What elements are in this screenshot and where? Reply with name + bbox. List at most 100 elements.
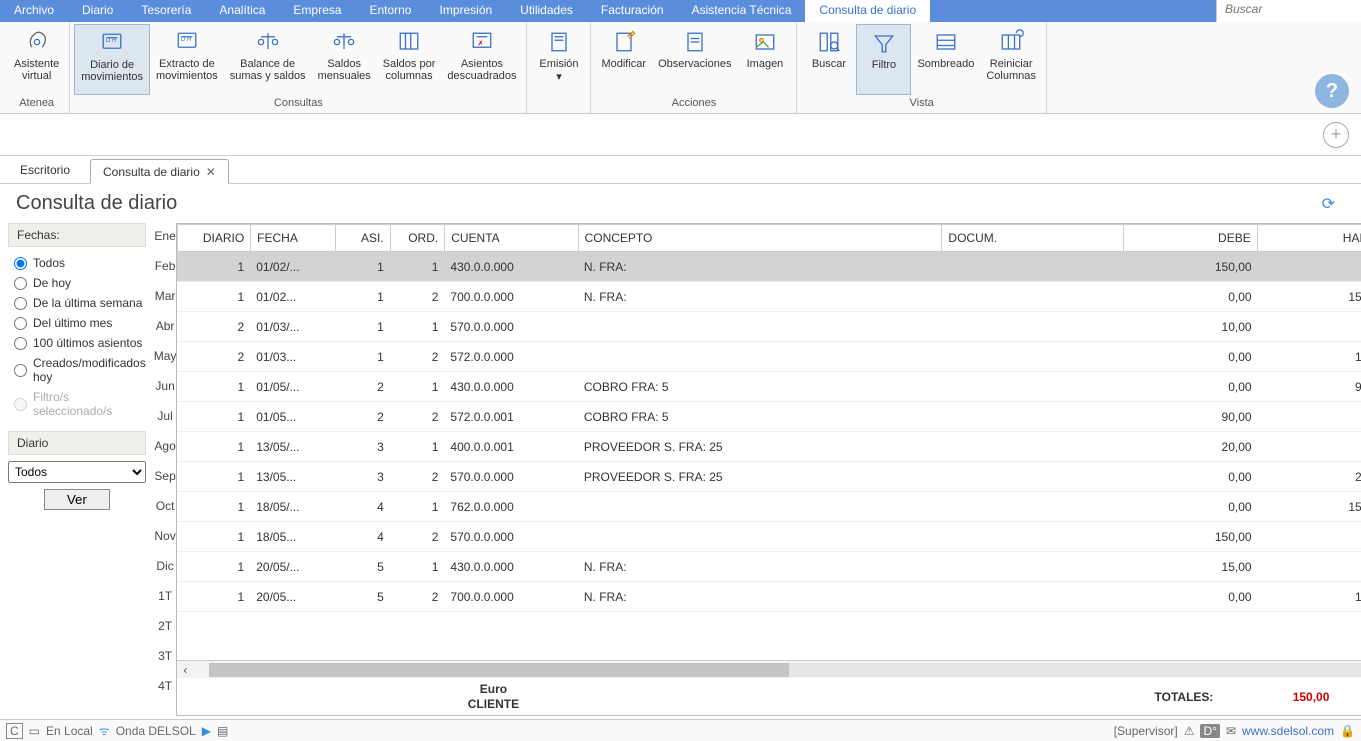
period-may[interactable]: May	[154, 341, 177, 371]
period-abr[interactable]: Abr	[154, 311, 177, 341]
ribbon-modificar[interactable]: Modificar	[595, 24, 652, 95]
cell: 01/02/...	[250, 252, 335, 282]
ribbon-filtro[interactable]: Filtro	[856, 24, 911, 95]
ribbon-balance-sumas-saldos[interactable]: Balance desumas y saldos	[224, 24, 312, 95]
ribbon-saldos-mensuales[interactable]: Saldosmensuales	[312, 24, 377, 95]
ribbon-label2: movimientos	[81, 71, 143, 83]
status-c-icon[interactable]: C	[6, 723, 23, 739]
period-oct[interactable]: Oct	[154, 491, 177, 521]
ribbon-asistente-virtual[interactable]: Asistentevirtual	[8, 24, 65, 95]
status-d-icon[interactable]: D°	[1200, 724, 1219, 738]
search-box[interactable]	[1216, 0, 1361, 22]
filter-option-2[interactable]: De la última semana	[14, 293, 146, 313]
table-row[interactable]: 120/05...52700.0.0.000N. FRA:0,0015,00	[177, 582, 1361, 612]
filter-option-5[interactable]: Creados/modificados hoy	[14, 353, 146, 387]
table-row[interactable]: 101/02...12700.0.0.000N. FRA:0,00150,00	[177, 282, 1361, 312]
menu-analítica[interactable]: Analítica	[205, 0, 279, 22]
table-row[interactable]: 113/05...32570.0.0.000PROVEEDOR S. FRA: …	[177, 462, 1361, 492]
status-play-icon[interactable]: ▶	[202, 724, 211, 738]
ribbon-imagen[interactable]: Imagen	[737, 24, 792, 95]
status-news-icon[interactable]: ▤	[217, 724, 228, 738]
ribbon-sombreado[interactable]: Sombreado	[911, 24, 980, 95]
menu-consulta-de-diario[interactable]: Consulta de diario	[805, 0, 930, 22]
table-row[interactable]: 118/05/...41762.0.0.0000,00150,00	[177, 492, 1361, 522]
add-button[interactable]: +	[1323, 122, 1349, 148]
col-haber[interactable]: HABER	[1257, 225, 1361, 252]
period-ene[interactable]: Ene	[154, 221, 177, 251]
filter-radio[interactable]	[14, 337, 27, 350]
status-warning-icon[interactable]: ⚠	[1184, 724, 1195, 738]
period-jul[interactable]: Jul	[154, 401, 177, 431]
search-input[interactable]	[1225, 2, 1353, 16]
ribbon-saldos-columnas[interactable]: Saldos porcolumnas	[377, 24, 442, 95]
filter-radio[interactable]	[14, 257, 27, 270]
table-row[interactable]: 101/02/...11430.0.0.000N. FRA:150,000,00	[177, 252, 1361, 282]
ribbon-diario-movimientos[interactable]: D HDiario demovimientos	[74, 24, 150, 95]
ribbon-observaciones[interactable]: Observaciones	[652, 24, 737, 95]
period-dic[interactable]: Dic	[154, 551, 177, 581]
refresh-icon[interactable]: ⟳	[1322, 194, 1345, 214]
filter-radio[interactable]	[14, 277, 27, 290]
period-feb[interactable]: Feb	[154, 251, 177, 281]
table-row[interactable]: 201/03/...11570.0.0.00010,000,00	[177, 312, 1361, 342]
menu-archivo[interactable]: Archivo	[0, 0, 68, 22]
status-mail-icon[interactable]: ✉	[1226, 724, 1236, 738]
ribbon-buscar[interactable]: Buscar	[801, 24, 856, 95]
status-lock-icon[interactable]: 🔒	[1340, 724, 1355, 738]
status-signal-icon[interactable]: ᯤ	[99, 722, 110, 739]
ribbon-reiniciar-columnas[interactable]: ReiniciarColumnas	[980, 24, 1042, 95]
col-concepto[interactable]: CONCEPTO	[578, 225, 942, 252]
period-3t[interactable]: 3T	[154, 641, 177, 671]
period-ago[interactable]: Ago	[154, 431, 177, 461]
diario-select[interactable]: Todos	[8, 461, 146, 483]
period-4t[interactable]: 4T	[154, 671, 177, 701]
col-diario[interactable]: DIARIO	[178, 225, 251, 252]
tab-consulta-de-diario[interactable]: Consulta de diario✕	[90, 159, 229, 184]
menu-impresión[interactable]: Impresión	[425, 0, 506, 22]
status-screen-icon[interactable]: ▭	[29, 724, 40, 738]
ver-button[interactable]: Ver	[44, 489, 110, 510]
col-cuenta[interactable]: CUENTA	[445, 225, 578, 252]
table-row[interactable]: 118/05...42570.0.0.000150,000,00	[177, 522, 1361, 552]
period-sep[interactable]: Sep	[154, 461, 177, 491]
filter-radio[interactable]	[14, 317, 27, 330]
menu-asistencia-técnica[interactable]: Asistencia Técnica	[678, 0, 806, 22]
filter-radio[interactable]	[14, 364, 27, 377]
menu-empresa[interactable]: Empresa	[279, 0, 355, 22]
status-url[interactable]: www.sdelsol.com	[1242, 724, 1334, 738]
col-debe[interactable]: DEBE	[1124, 225, 1257, 252]
filter-option-3[interactable]: Del último mes	[14, 313, 146, 333]
period-2t[interactable]: 2T	[154, 611, 177, 641]
table-row[interactable]: 101/05/...21430.0.0.000COBRO FRA: 50,009…	[177, 372, 1361, 402]
col-ord[interactable]: ORD.	[390, 225, 445, 252]
ribbon-asientos-descuadrados[interactable]: ✗Asientosdescuadrados	[441, 24, 522, 95]
horizontal-scrollbar[interactable]: ‹ ›	[177, 660, 1361, 678]
cell	[578, 492, 942, 522]
filter-option-1[interactable]: De hoy	[14, 273, 146, 293]
table-row[interactable]: 120/05/...51430.0.0.000N. FRA:15,000,00	[177, 552, 1361, 582]
table-row[interactable]: 101/05...22572.0.0.001COBRO FRA: 590,000…	[177, 402, 1361, 432]
menu-tesorería[interactable]: Tesorería	[127, 0, 205, 22]
menu-entorno[interactable]: Entorno	[355, 0, 425, 22]
col-fecha[interactable]: FECHA	[251, 225, 336, 252]
tab-escritorio[interactable]: Escritorio	[8, 158, 82, 183]
menu-diario[interactable]: Diario	[68, 0, 127, 22]
help-icon[interactable]: ?	[1315, 74, 1349, 108]
col-docum[interactable]: DOCUM.	[942, 225, 1124, 252]
scroll-left-icon[interactable]: ‹	[177, 663, 193, 677]
period-1t[interactable]: 1T	[154, 581, 177, 611]
table-row[interactable]: 113/05/...31400.0.0.001PROVEEDOR S. FRA:…	[177, 432, 1361, 462]
filter-option-4[interactable]: 100 últimos asientos	[14, 333, 146, 353]
filter-option-0[interactable]: Todos	[14, 253, 146, 273]
period-jun[interactable]: Jun	[154, 371, 177, 401]
filter-radio[interactable]	[14, 297, 27, 310]
period-mar[interactable]: Mar	[154, 281, 177, 311]
menu-facturación[interactable]: Facturación	[587, 0, 678, 22]
menu-utilidades[interactable]: Utilidades	[506, 0, 587, 22]
ribbon-emision[interactable]: Emisión▾	[531, 24, 586, 95]
period-nov[interactable]: Nov	[154, 521, 177, 551]
table-row[interactable]: 201/03...12572.0.0.0000,0010,00	[177, 342, 1361, 372]
col-asi[interactable]: ASI.	[336, 225, 391, 252]
ribbon-extracto-movimientos[interactable]: D HExtracto demovimientos	[150, 24, 224, 95]
tab-close-icon[interactable]: ✕	[206, 165, 216, 179]
